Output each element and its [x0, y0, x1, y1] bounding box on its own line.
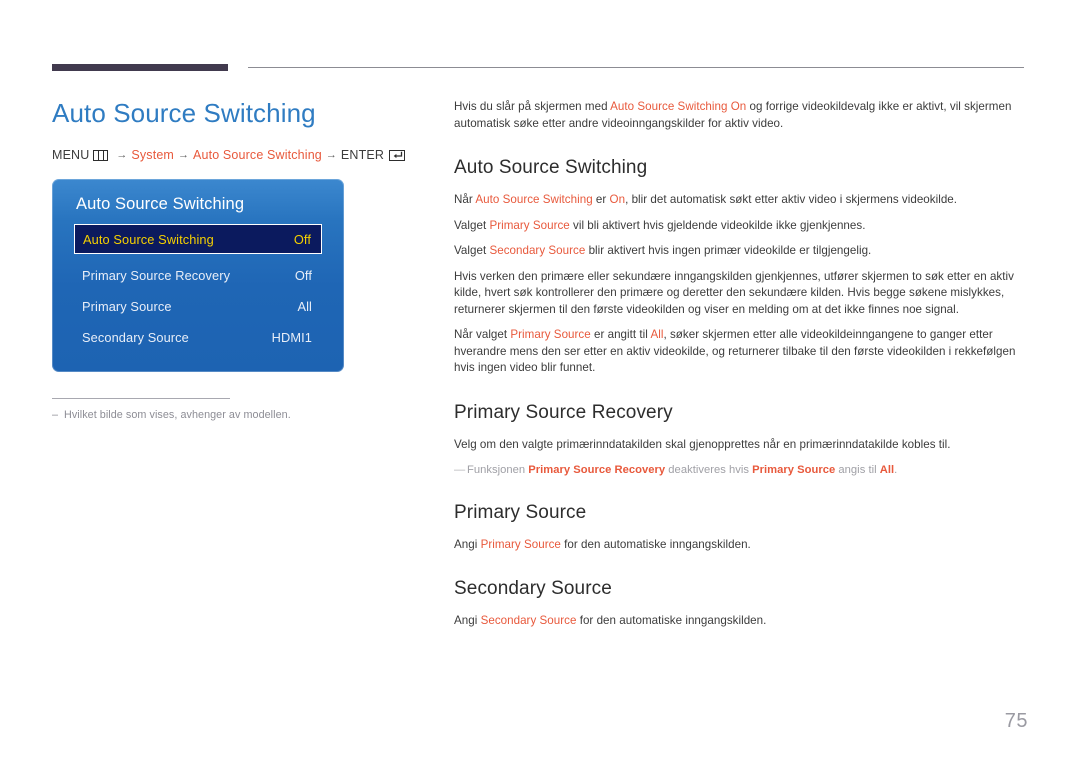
breadcrumb: MENU → System → Auto Source Switching → … [52, 147, 422, 163]
intro-paragraph: Hvis du slår på skjermen med Auto Source… [454, 99, 1028, 132]
footnote-divider [52, 398, 230, 399]
osd-panel: Auto Source Switching Auto Source Switch… [52, 179, 344, 372]
note-text-3: angis til [835, 464, 880, 476]
section-heading-primary-source: Primary Source [454, 502, 587, 523]
primary-source-recovery-lead: Velg om den valgte primærinndatakilden s… [454, 437, 951, 451]
section-heading-auto-source-switching: Auto Source Switching [454, 157, 648, 178]
para5-highlight-1: Primary Source [510, 328, 591, 341]
para2-text-1: Valget [454, 218, 490, 232]
osd-row-value: Off [293, 231, 311, 247]
para2-text-2: vil bli aktivert hvis gjeldende videokil… [569, 218, 866, 232]
osd-row-auto-source-switching[interactable]: Auto Source Switching Off [74, 224, 322, 254]
primary-source-paragraph: Angi Primary Source for den automatiske … [454, 537, 1028, 554]
osd-row-value: Off [294, 267, 312, 283]
paragraph-4: Hvis verken den primære eller sekundære … [454, 269, 1014, 316]
footnote-line: ‒ Hvilket bilde som vises, avhenger av m… [52, 408, 344, 422]
ps-text-2: for den automatiske inngangskilden. [560, 538, 751, 551]
osd-row-label: Primary Source Recovery [82, 267, 231, 283]
section-heading-secondary-source: Secondary Source [454, 577, 612, 599]
para3-text-2: blir aktivert hvis ingen primær videokil… [585, 244, 872, 257]
osd-row-primary-source[interactable]: Primary Source All [74, 292, 322, 320]
breadcrumb-arrow-1: → [116, 149, 128, 161]
osd-row-value: HDMI1 [271, 329, 312, 345]
osd-menu-list: Auto Source Switching Off Primary Source… [74, 224, 322, 351]
header-rules [52, 64, 1024, 74]
osd-row-label: Secondary Source [82, 329, 189, 345]
para1-text-3: , blir det automatisk søkt etter aktiv v… [625, 193, 958, 206]
page-title: Auto Source Switching [52, 98, 316, 128]
note-text-1: Funksjonen [467, 464, 529, 476]
para5-highlight-2: All [650, 328, 664, 341]
paragraph-2: Valget Primary Source vil bli aktivert h… [454, 218, 1028, 235]
para1-highlight-2: On [609, 193, 626, 206]
right-column: Hvis du slår på skjermen med Auto Source… [454, 99, 1028, 629]
page-number: 75 [1004, 710, 1028, 732]
breadcrumb-arrow-2: → [177, 149, 189, 161]
left-footnote: ‒ Hvilket bilde som vises, avhenger av m… [52, 398, 344, 422]
osd-row-value: All [297, 298, 312, 314]
note-highlight-2: Primary Source [752, 464, 836, 476]
osd-panel-title: Auto Source Switching [76, 195, 245, 213]
note-dash-icon: ― [454, 464, 466, 476]
footnote-text: Hvilket bilde som vises, avhenger av mod… [64, 409, 291, 421]
header-rule-thick [52, 64, 228, 71]
breadcrumb-enter-label: ENTER [340, 148, 385, 162]
para1-highlight-1: Auto Source Switching [475, 193, 593, 206]
osd-row-label: Auto Source Switching [83, 231, 214, 247]
header-rule-thin [248, 67, 1024, 68]
paragraph-3: Valget Secondary Source blir aktivert hv… [454, 243, 1028, 260]
ss-text-2: for den automatiske inngangskilden. [576, 613, 767, 627]
intro-text-1: Hvis du slår på skjermen med [454, 100, 611, 113]
menu-grid-icon [93, 149, 109, 161]
ss-highlight-1: Secondary Source [480, 613, 577, 627]
para3-text-1: Valget [454, 244, 490, 257]
intro-highlight-1: Auto Source Switching On [610, 100, 747, 113]
paragraph-5: Når valget Primary Source er angitt til … [454, 327, 1028, 377]
ps-text-1: Angi [454, 538, 481, 551]
para1-text-2: er [592, 193, 610, 206]
note-text-2: deaktiveres hvis [665, 464, 753, 476]
para3-highlight-1: Secondary Source [489, 244, 586, 257]
osd-row-primary-source-recovery[interactable]: Primary Source Recovery Off [74, 261, 322, 289]
enter-return-icon [389, 149, 406, 161]
footnote-dash: ‒ [52, 409, 59, 421]
para2-highlight-1: Primary Source [489, 218, 570, 232]
note-highlight-3: All [879, 464, 895, 476]
breadcrumb-step-system[interactable]: System [131, 147, 174, 163]
breadcrumb-step-auto-source-switching[interactable]: Auto Source Switching [193, 147, 322, 163]
osd-row-secondary-source[interactable]: Secondary Source HDMI1 [74, 323, 322, 351]
para5-text-2: er angitt til [590, 328, 651, 341]
para1-text-1: Når [454, 193, 476, 206]
note-highlight-1: Primary Source Recovery [528, 464, 666, 476]
ss-text-1: Angi [454, 613, 481, 627]
left-column: Auto Source Switching MENU → System → Au… [52, 96, 422, 422]
para5-text-1: Når valget [454, 328, 511, 341]
breadcrumb-arrow-3: → [325, 149, 337, 161]
secondary-source-paragraph: Angi Secondary Source for den automatisk… [454, 613, 1028, 630]
note-text-4: . [894, 464, 898, 476]
breadcrumb-menu-label: MENU [52, 148, 90, 162]
paragraph-1: Når Auto Source Switching er On, blir de… [454, 192, 1028, 209]
note-body: Funksjonen Primary Source Recovery deakt… [467, 462, 897, 478]
osd-row-label: Primary Source [82, 298, 172, 314]
primary-source-recovery-note: ― Funksjonen Primary Source Recovery dea… [454, 462, 1028, 478]
section-heading-primary-source-recovery: Primary Source Recovery [454, 401, 673, 423]
ps-highlight-1: Primary Source [480, 538, 561, 551]
